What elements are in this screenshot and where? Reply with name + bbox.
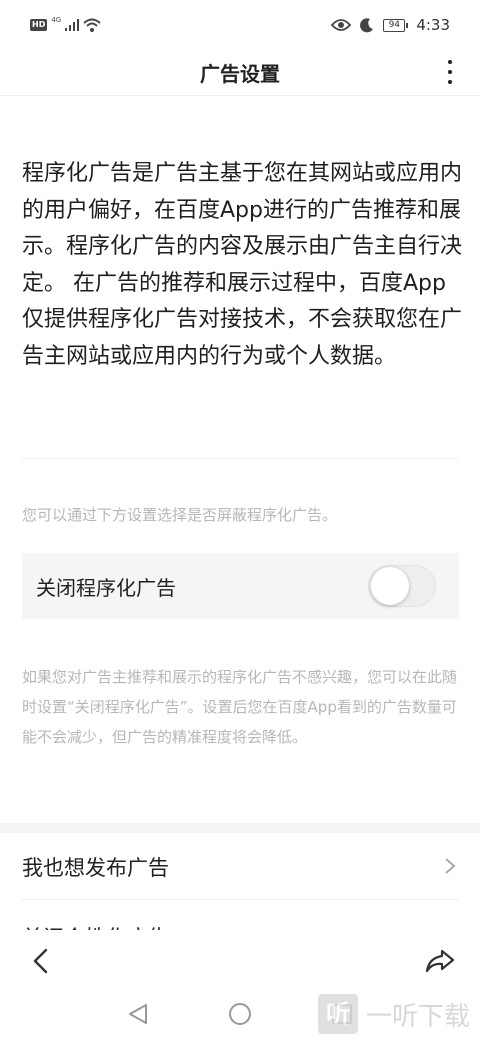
watermark-logo: 听 <box>318 994 358 1034</box>
watermark-text: 一听下载 <box>366 1001 471 1032</box>
bottom-toolbar <box>0 930 480 990</box>
header-bar: 广告设置 <box>0 52 480 96</box>
more-vertical-icon <box>448 60 452 64</box>
status-bar: HD 4G 94 4:33 <box>0 0 480 52</box>
page-title: 广告设置 <box>200 62 280 86</box>
toggle-description: 如果您对广告主推荐和展示的程序化广告不感兴趣，您可以在此随时设置“关闭程序化广告… <box>22 668 458 746</box>
share-button[interactable] <box>424 946 456 976</box>
intro-paragraph: 程序化广告是广告主基于您在其网站或应用内的用户偏好，在百度App进行的广告推荐和… <box>22 161 463 369</box>
disable-programmatic-ads-toggle[interactable] <box>368 565 436 607</box>
battery-level: 94 <box>383 18 406 32</box>
nav-back-icon[interactable] <box>126 1002 150 1026</box>
status-right-icons: 94 4:33 <box>331 16 450 34</box>
signal-icon <box>65 19 80 31</box>
watermark: 听 一听下载 <box>318 994 470 1034</box>
wifi-icon <box>83 18 101 32</box>
chevron-right-icon <box>445 858 456 874</box>
toggle-knob <box>371 567 409 605</box>
hd-badge: HD <box>30 19 48 31</box>
nav-home-icon[interactable] <box>229 1003 251 1025</box>
status-time: 4:33 <box>416 16 450 34</box>
divider <box>22 458 458 459</box>
settings-hint: 您可以通过下方设置选择是否屏蔽程序化广告。 <box>22 506 338 524</box>
status-left-icons: HD 4G <box>30 16 101 32</box>
more-options-button[interactable] <box>440 58 460 86</box>
section-separator <box>0 823 480 833</box>
disable-programmatic-ads-row: 关闭程序化广告 <box>22 553 459 619</box>
do-not-disturb-moon-icon <box>360 18 374 33</box>
publish-ads-label: 我也想发布广告 <box>22 856 169 880</box>
network-type-label: 4G <box>51 16 62 24</box>
disable-programmatic-ads-label: 关闭程序化广告 <box>36 576 176 600</box>
publish-ads-row[interactable]: 我也想发布广告 <box>0 833 480 899</box>
battery-icon: 94 <box>383 18 409 32</box>
eye-icon <box>331 19 352 31</box>
back-button[interactable] <box>26 946 56 976</box>
